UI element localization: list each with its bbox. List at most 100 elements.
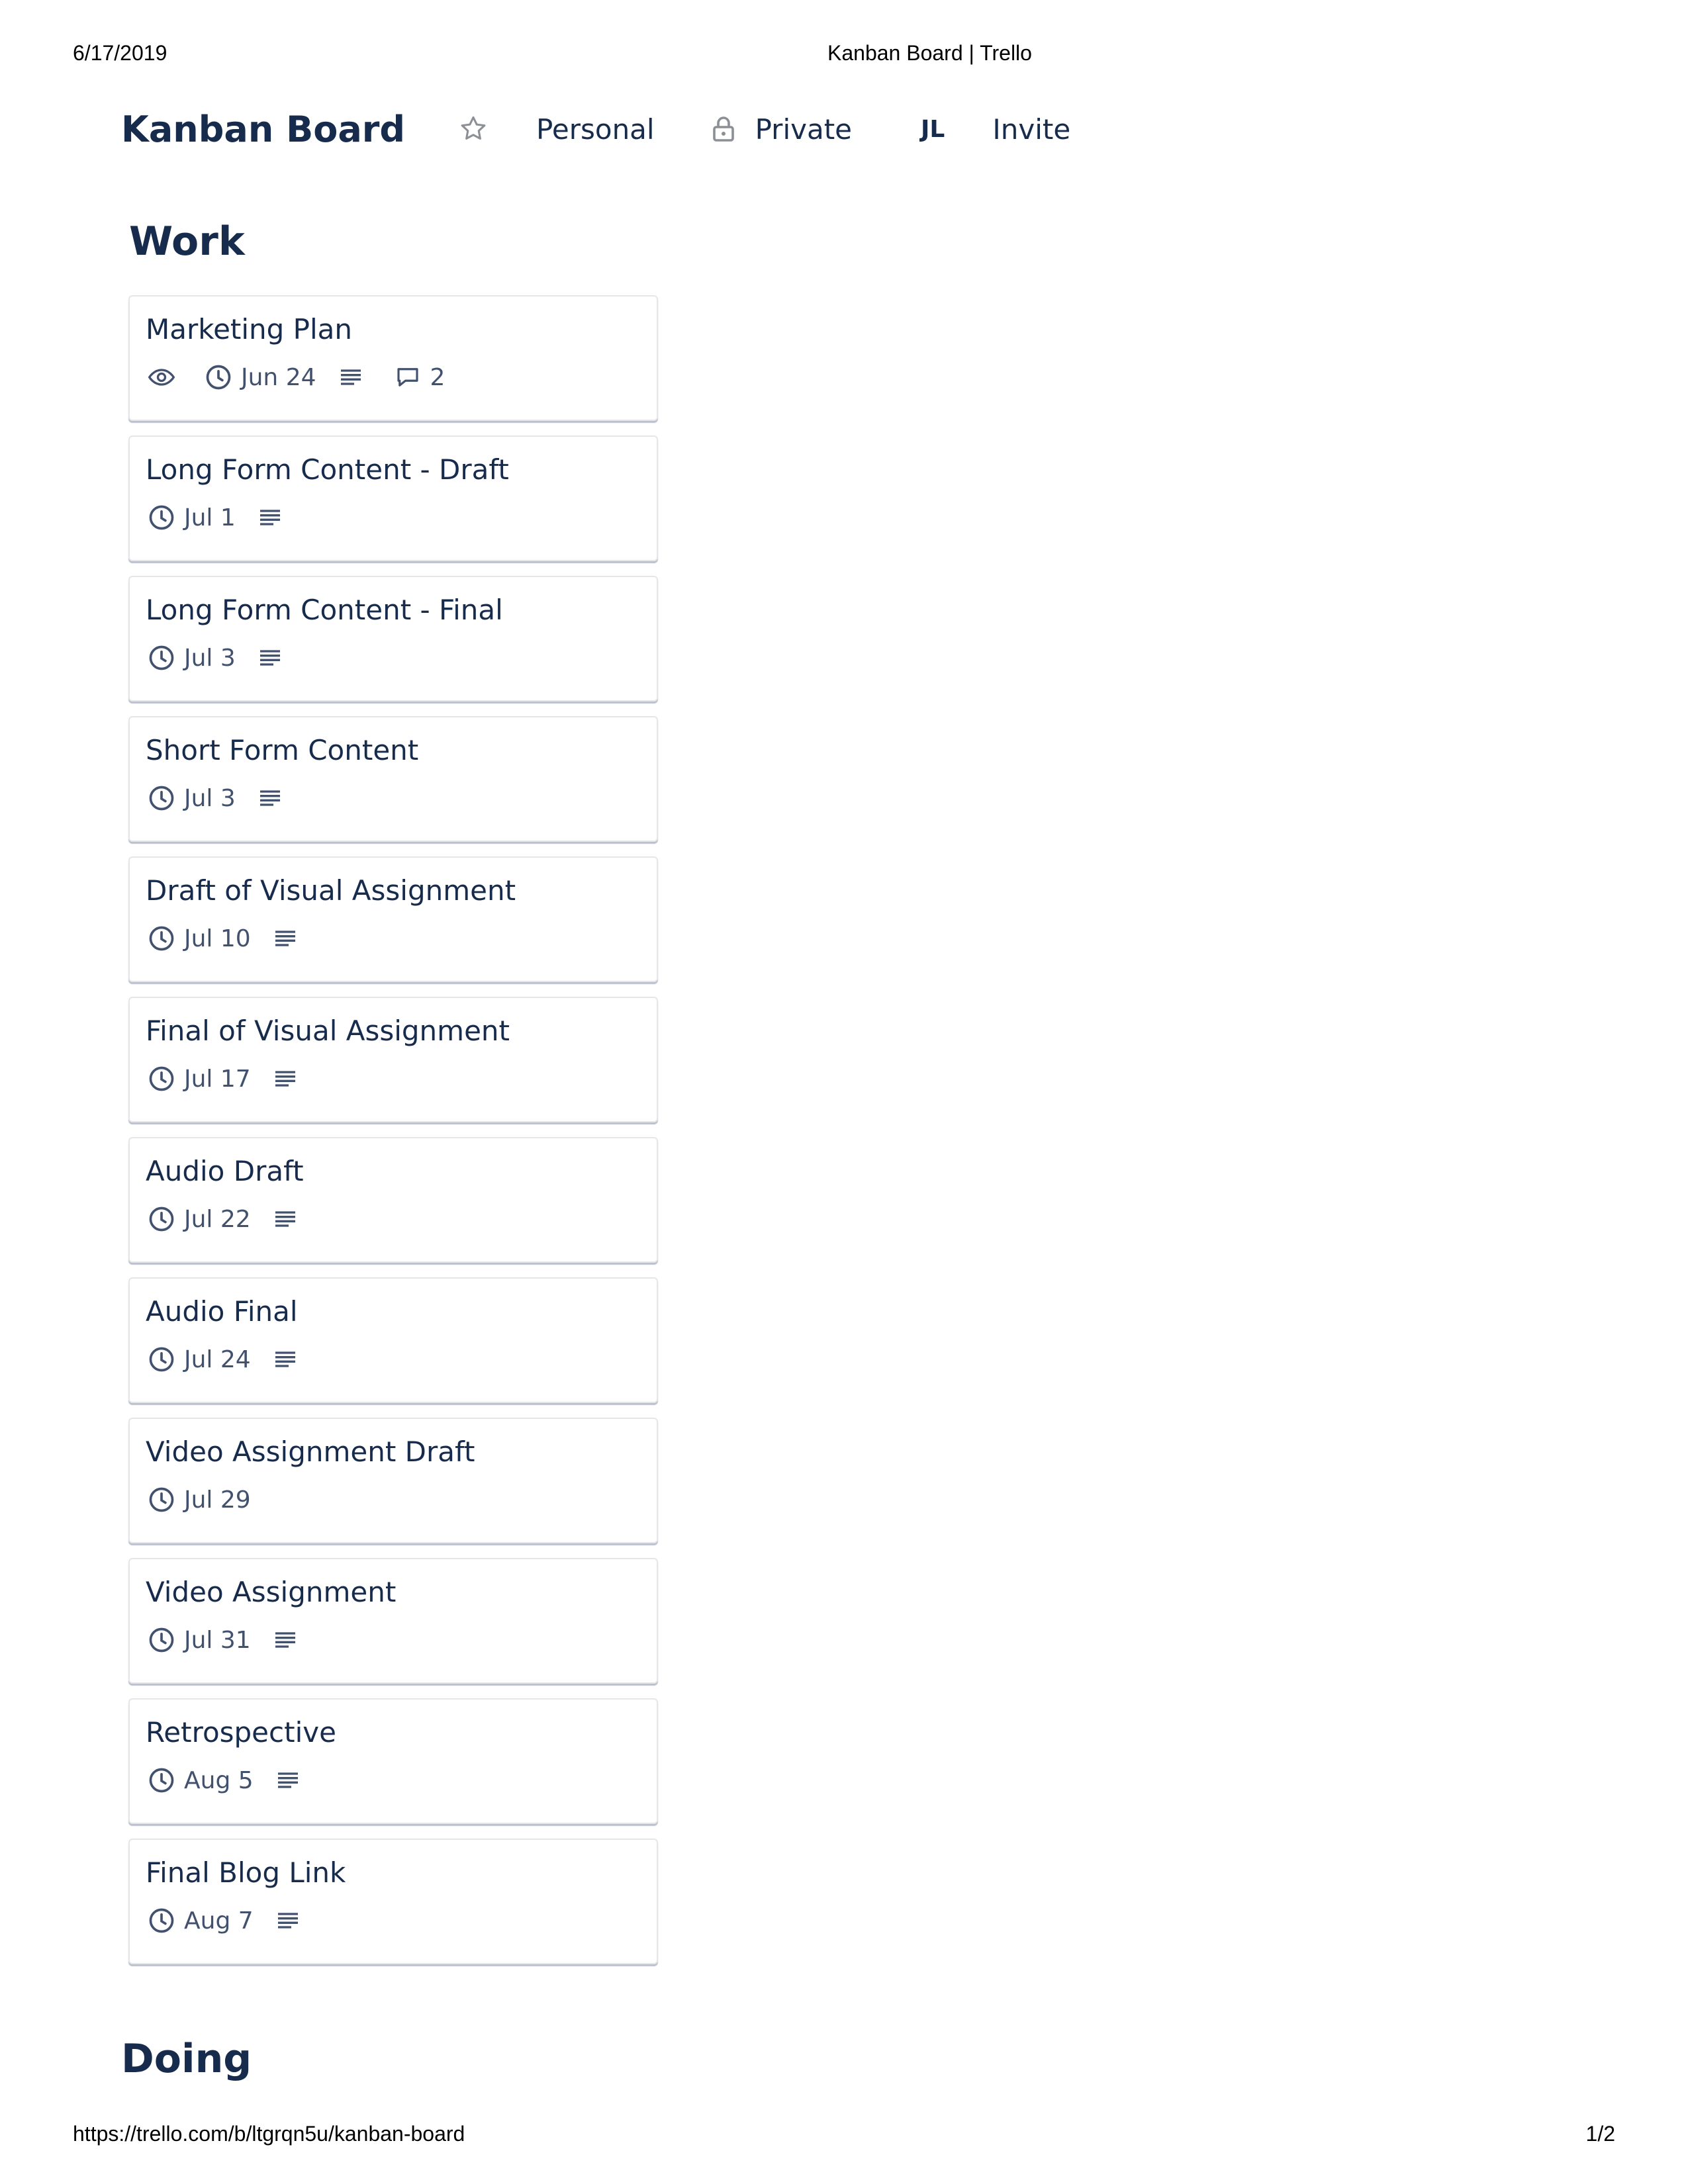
due-date-badge[interactable]: Aug 7: [146, 1905, 254, 1936]
due-date-badge[interactable]: Jul 3: [146, 642, 236, 674]
comments-count: 2: [430, 363, 445, 391]
due-date-badge[interactable]: Jul 17: [146, 1063, 251, 1095]
due-date-text: Jun 24: [241, 363, 316, 391]
card[interactable]: Final of Visual Assignment Jul 17: [128, 997, 658, 1122]
card[interactable]: Video Assignment Jul 31: [128, 1558, 658, 1684]
due-date-text: Jul 1: [184, 504, 236, 531]
clock-icon: [146, 782, 177, 814]
clock-icon: [146, 1203, 177, 1235]
due-date-badge[interactable]: Aug 5: [146, 1764, 254, 1796]
due-date-badge[interactable]: Jul 10: [146, 923, 251, 954]
board-header: Kanban Board Personal Private JL Invite: [121, 106, 1070, 152]
card-badges: Jul 10: [146, 923, 641, 954]
card-badges: Jul 22: [146, 1203, 641, 1235]
due-date-badge[interactable]: Jul 31: [146, 1624, 251, 1656]
card-badges: Jul 1: [146, 502, 641, 533]
card[interactable]: Marketing Plan Jun 24 2: [128, 295, 658, 421]
card[interactable]: Retrospective Aug 5: [128, 1698, 658, 1824]
card[interactable]: Video Assignment Draft Jul 29: [128, 1418, 658, 1543]
print-page-number: 1/2: [1585, 2122, 1615, 2146]
team-button[interactable]: Personal: [536, 113, 655, 146]
description-icon: [269, 1343, 301, 1375]
description-icon: [335, 361, 367, 393]
clock-icon: [146, 923, 177, 954]
clock-icon: [146, 1764, 177, 1796]
comment-icon: [392, 361, 424, 393]
member-avatar[interactable]: JL: [921, 116, 945, 143]
print-page-title: Kanban Board | Trello: [827, 41, 1032, 65]
card-title: Audio Final: [146, 1295, 298, 1328]
due-date-badge[interactable]: Jul 22: [146, 1203, 251, 1235]
clock-icon: [146, 642, 177, 674]
list-title-doing[interactable]: Doing: [121, 2036, 252, 2082]
description-icon: [272, 1905, 304, 1936]
due-date-text: Jul 22: [184, 1205, 251, 1233]
description-badge: [335, 361, 373, 393]
description-badge: [254, 782, 293, 814]
due-date-text: Jul 29: [184, 1486, 251, 1514]
card-badges: Jul 3: [146, 642, 641, 674]
invite-button[interactable]: Invite: [992, 113, 1070, 146]
card-title: Draft of Visual Assignment: [146, 874, 516, 907]
card-badges: Jun 24 2: [146, 361, 641, 393]
star-icon[interactable]: [458, 114, 489, 144]
due-date-badge[interactable]: Jul 24: [146, 1343, 251, 1375]
clock-icon: [146, 1063, 177, 1095]
visibility-button[interactable]: Private: [755, 113, 852, 146]
card[interactable]: Final Blog Link Aug 7: [128, 1839, 658, 1964]
description-icon: [272, 1764, 304, 1796]
description-icon: [269, 1063, 301, 1095]
card[interactable]: Long Form Content - Draft Jul 1: [128, 435, 658, 561]
description-badge: [269, 1203, 308, 1235]
description-icon: [254, 782, 286, 814]
due-date-text: Jul 3: [184, 784, 236, 812]
print-date: 6/17/2019: [73, 41, 167, 65]
card[interactable]: Draft of Visual Assignment Jul 10: [128, 856, 658, 982]
description-badge: [269, 923, 308, 954]
description-icon: [254, 502, 286, 533]
description-badge: [254, 642, 293, 674]
due-date-text: Jul 17: [184, 1065, 251, 1093]
card-title: Long Form Content - Final: [146, 594, 503, 626]
card[interactable]: Short Form Content Jul 3: [128, 716, 658, 842]
card-badges: Jul 29: [146, 1484, 641, 1516]
description-badge: [269, 1624, 308, 1656]
card[interactable]: Audio Final Jul 24: [128, 1277, 658, 1403]
due-date-badge[interactable]: Jun 24: [203, 361, 316, 393]
due-date-badge[interactable]: Jul 3: [146, 782, 236, 814]
due-date-badge[interactable]: Jul 1: [146, 502, 236, 533]
card-title: Final of Visual Assignment: [146, 1015, 510, 1047]
card-badges: Jul 3: [146, 782, 641, 814]
due-date-text: Jul 31: [184, 1626, 251, 1654]
card-title: Short Form Content: [146, 734, 419, 766]
description-icon: [254, 642, 286, 674]
card-title: Long Form Content - Draft: [146, 453, 509, 486]
clock-icon: [146, 1484, 177, 1516]
description-icon: [269, 1203, 301, 1235]
description-badge: [272, 1905, 310, 1936]
description-icon: [269, 1624, 301, 1656]
card-title: Video Assignment Draft: [146, 1435, 475, 1468]
list-title-work[interactable]: Work: [129, 218, 245, 265]
card-title: Final Blog Link: [146, 1856, 346, 1889]
due-date-text: Jul 3: [184, 644, 236, 672]
card-title: Audio Draft: [146, 1155, 304, 1187]
card[interactable]: Audio Draft Jul 22: [128, 1137, 658, 1263]
card-badges: Aug 5: [146, 1764, 641, 1796]
description-badge: [254, 502, 293, 533]
card-badges: Jul 24: [146, 1343, 641, 1375]
due-date-badge[interactable]: Jul 29: [146, 1484, 251, 1516]
watching-badge: [146, 361, 184, 393]
print-url: https://trello.com/b/ltgrqn5u/kanban-boa…: [73, 2122, 465, 2146]
eye-icon: [146, 361, 177, 393]
description-badge: [269, 1343, 308, 1375]
clock-icon: [146, 502, 177, 533]
card[interactable]: Long Form Content - Final Jul 3: [128, 576, 658, 702]
card-title: Video Assignment: [146, 1576, 397, 1608]
card-title: Marketing Plan: [146, 313, 353, 345]
board-title[interactable]: Kanban Board: [121, 109, 405, 150]
description-badge: [272, 1764, 310, 1796]
lock-icon: [712, 115, 735, 143]
due-date-text: Aug 7: [184, 1907, 254, 1934]
clock-icon: [146, 1343, 177, 1375]
